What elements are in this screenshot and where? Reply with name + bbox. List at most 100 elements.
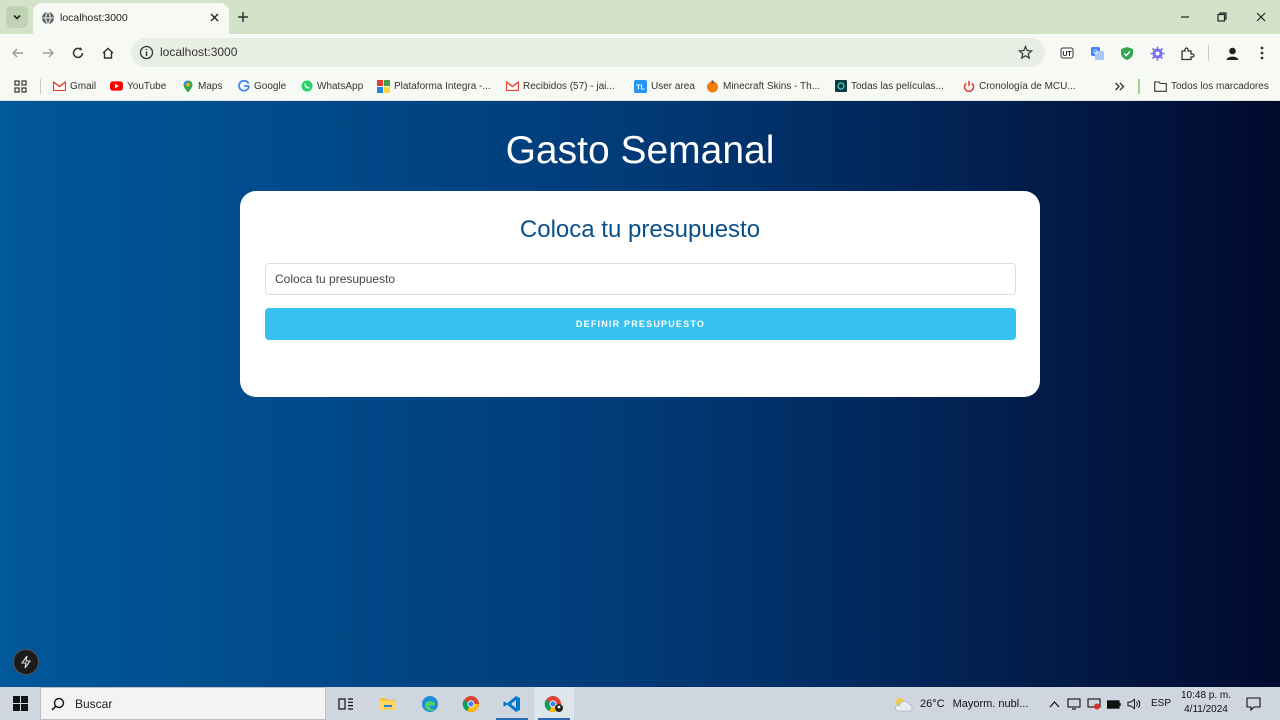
bookmark-gmail[interactable]: Gmail [53, 78, 96, 94]
windows-taskbar: Buscar 26°C Mayorm. nubl... ESP 10:48 p.… [0, 687, 1280, 720]
clock-date: 4/11/2024 [1184, 704, 1228, 715]
new-tab-button[interactable] [234, 9, 252, 25]
bookmark-plataforma-integra[interactable]: Plataforma Integra -... [377, 78, 491, 94]
tab-search-button[interactable] [6, 6, 28, 28]
gmail-icon [53, 80, 66, 93]
shield-icon[interactable] [1119, 45, 1135, 61]
restore-button[interactable] [1213, 8, 1231, 26]
budget-heading: Coloca tu presupuesto [519, 216, 761, 243]
tl-icon: TL [634, 79, 647, 93]
bookmark-label: WhatsApp [317, 80, 364, 92]
movies-icon [834, 80, 847, 93]
power-icon [962, 80, 975, 93]
arrow-right-icon [43, 48, 55, 58]
bookmark-minecraft-skins[interactable]: Minecraft Skins - Th... [706, 78, 820, 94]
youtube-icon [110, 80, 123, 93]
bookmark-label: Maps [198, 80, 223, 92]
svg-text:UT: UT [1062, 51, 1072, 58]
browser-toolbar: localhost:3000 UT G [0, 34, 1280, 72]
translate-icon[interactable]: G [1089, 45, 1105, 61]
apps-grid-icon [14, 79, 27, 93]
vscode-button[interactable] [492, 687, 532, 720]
weather-widget[interactable]: 26°C Mayorm. nubl... [892, 687, 1028, 720]
close-window-button[interactable] [1252, 8, 1270, 26]
browser-tab-active[interactable]: localhost:3000 [33, 3, 229, 34]
extensions-puzzle-icon[interactable] [1179, 45, 1195, 61]
profile-avatar-icon[interactable] [1224, 45, 1240, 61]
define-budget-button[interactable]: DEFINIR PRESUPUESTO [265, 308, 1016, 340]
menu-kebab-icon[interactable] [1254, 45, 1270, 61]
bookmark-user-area[interactable]: TL User area [634, 78, 695, 94]
security-alert-icon[interactable] [1087, 697, 1101, 711]
browser-tab-strip: localhost:3000 [0, 0, 1280, 34]
double-chevron-right-icon [1115, 82, 1125, 90]
taskbar-search-box[interactable]: Buscar [40, 687, 326, 720]
edge-button[interactable] [410, 687, 450, 720]
info-icon[interactable] [139, 45, 154, 60]
tab-title: localhost:3000 [60, 12, 128, 24]
forward-button[interactable] [39, 44, 57, 62]
plus-icon [238, 12, 248, 22]
bookmark-label: Recibidos (57) - jai... [523, 80, 615, 92]
bookmarks-divider [40, 79, 41, 94]
bookmark-label: Todos los marcadores [1171, 80, 1269, 92]
toolbar-divider [1208, 45, 1209, 61]
taskbar-clock[interactable]: 10:48 p. m. 4/11/2024 [1176, 689, 1236, 717]
bookmark-todas-las-peliculas[interactable]: Todas las películas... [834, 78, 944, 94]
lightning-icon [20, 655, 32, 669]
address-bar[interactable]: localhost:3000 [131, 38, 1045, 67]
bookmark-label: Cronología de MCU... [979, 80, 1076, 92]
home-icon [102, 47, 114, 59]
dev-tools-indicator[interactable] [13, 649, 39, 675]
bookmark-maps[interactable]: Maps [181, 78, 222, 94]
volume-icon[interactable] [1127, 697, 1141, 711]
bookmark-google[interactable]: Google [237, 78, 286, 94]
budget-input[interactable] [265, 263, 1016, 295]
home-button[interactable] [99, 44, 117, 62]
notification-icon [1245, 697, 1261, 711]
start-button[interactable] [0, 687, 40, 720]
bookmark-folder-all[interactable]: Todos los marcadores [1154, 78, 1269, 94]
star-icon[interactable] [1018, 45, 1033, 60]
chrome-taskbar-button[interactable] [451, 687, 491, 720]
network-status-icon[interactable] [1067, 697, 1081, 711]
search-icon [51, 697, 65, 711]
apps-grid-button[interactable] [14, 78, 27, 94]
chevron-down-icon [13, 14, 21, 20]
bookmark-recibidos[interactable]: Recibidos (57) - jai... [506, 78, 615, 94]
minimize-button[interactable] [1176, 8, 1194, 26]
clock-time: 10:48 p. m. [1180, 690, 1232, 701]
svg-text:G: G [1093, 50, 1098, 56]
chrome-profile-taskbar-button[interactable] [534, 687, 574, 720]
battery-icon[interactable] [1107, 697, 1121, 711]
bookmarks-bar: Gmail YouTube Maps Google WhatsApp Plata… [0, 72, 1280, 101]
bookmark-label: Plataforma Integra -... [394, 80, 491, 92]
notifications-button[interactable] [1245, 696, 1261, 712]
bookmarks-overflow-button[interactable] [1114, 78, 1125, 94]
bookmark-label: User area [651, 80, 695, 92]
show-hidden-icons-button[interactable] [1047, 697, 1061, 711]
chrome-profile-icon [544, 695, 563, 712]
reload-button[interactable] [69, 44, 87, 62]
google-icon [237, 80, 250, 93]
reload-icon [72, 47, 84, 59]
tab-close-button[interactable] [207, 10, 221, 24]
language-label: ESP [1151, 698, 1172, 709]
bookmark-cronologia-mcu[interactable]: Cronología de MCU... [962, 78, 1076, 94]
file-explorer-button[interactable] [368, 687, 408, 720]
bookmark-label: YouTube [127, 80, 167, 92]
bookmark-whatsapp[interactable]: WhatsApp [300, 78, 363, 94]
edge-icon [422, 695, 438, 712]
address-url: localhost:3000 [160, 45, 238, 59]
gear-extension-icon[interactable] [1149, 45, 1165, 61]
gmail-icon [506, 80, 519, 93]
bookmark-youtube[interactable]: YouTube [110, 78, 166, 94]
task-view-button[interactable] [326, 687, 366, 720]
bookmark-label: Google [254, 80, 287, 92]
extension-ut-icon[interactable]: UT [1059, 45, 1075, 61]
maps-icon [181, 80, 194, 93]
bookmark-label: Minecraft Skins - Th... [723, 80, 821, 92]
back-button[interactable] [9, 44, 27, 62]
language-indicator[interactable]: ESP [1151, 687, 1171, 720]
weather-text: Mayorm. nubl... [952, 697, 1029, 710]
